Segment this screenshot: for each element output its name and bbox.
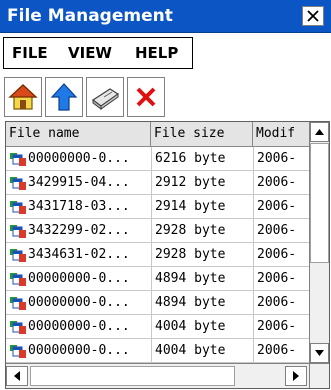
file-modified: 2006- [257, 223, 297, 238]
column-header-file-size[interactable]: File size [151, 122, 253, 146]
file-name: 00000000-0... [28, 343, 130, 358]
file-name: 00000000-0... [28, 151, 130, 166]
file-row[interactable]: 00000000-0... 6216 byte 2006- [6, 147, 309, 171]
file-icon [10, 343, 26, 362]
file-row[interactable]: 00000000-0... 4004 byte 2006- [6, 315, 309, 339]
menu-view[interactable]: VIEW [68, 38, 112, 68]
delete-x-icon [136, 87, 156, 107]
vertical-scroll-thumb[interactable] [310, 143, 329, 263]
scroll-right-button[interactable] [285, 366, 307, 386]
file-row[interactable]: 3431718-03... 2914 byte 2006- [6, 195, 309, 219]
scroll-left-button[interactable] [6, 366, 28, 386]
file-size: 4004 byte [155, 319, 226, 334]
file-size: 6216 byte [155, 151, 226, 166]
file-name: 00000000-0... [28, 295, 130, 310]
scroll-down-arrow-icon [315, 350, 324, 356]
file-row[interactable]: 3429915-04... 2912 byte 2006- [6, 171, 309, 195]
menu-help[interactable]: HELP [135, 38, 178, 68]
file-name-cell: 3429915-04... [10, 171, 144, 194]
scroll-up-arrow-icon [315, 129, 324, 135]
file-name: 00000000-0... [28, 319, 130, 334]
close-button[interactable] [302, 6, 324, 26]
home-button[interactable] [4, 77, 42, 117]
vertical-scrollbar[interactable] [309, 122, 329, 363]
scroll-right-arrow-icon [293, 371, 299, 381]
file-name-cell: 00000000-0... [10, 291, 144, 314]
scroll-up-button[interactable] [310, 122, 329, 142]
file-icon [10, 199, 26, 218]
home-icon [8, 84, 38, 110]
menu-frame: FILE VIEW HELP [3, 37, 193, 69]
scroll-left-arrow-icon [14, 371, 20, 381]
file-icon [10, 151, 26, 170]
toolbar [0, 73, 331, 123]
column-header-file-name[interactable]: File name [6, 122, 151, 146]
file-modified: 2006- [257, 151, 297, 166]
file-name-cell: 3434631-02... [10, 243, 144, 266]
window-title: File Management [7, 6, 173, 26]
horizontal-scrollbar[interactable] [6, 363, 309, 388]
close-icon [307, 10, 319, 22]
file-modified: 2006- [257, 271, 297, 286]
horizontal-scroll-thumb[interactable] [30, 366, 235, 386]
file-row[interactable]: 00000000-0... 4894 byte 2006- [6, 267, 309, 291]
file-row[interactable]: 3434631-02... 2928 byte 2006- [6, 243, 309, 267]
file-size: 4894 byte [155, 295, 226, 310]
file-row[interactable]: 00000000-0... 4004 byte 2006- [6, 339, 309, 363]
file-size: 4004 byte [155, 343, 226, 358]
menu-bar: FILE VIEW HELP [0, 33, 331, 73]
file-list: File name File size Modif 00000000-0... 6… [5, 121, 330, 389]
file-modified: 2006- [257, 247, 297, 262]
menu-file[interactable]: FILE [12, 38, 48, 68]
file-name-cell: 00000000-0... [10, 339, 144, 362]
file-list-header: File name File size Modif [6, 122, 309, 147]
up-arrow-icon [50, 83, 78, 111]
column-header-modified[interactable]: Modif [253, 122, 309, 146]
storage-card-icon [91, 88, 120, 110]
scrollbar-corner [309, 363, 329, 388]
file-size: 4894 byte [155, 271, 226, 286]
file-name-cell: 00000000-0... [10, 315, 144, 338]
file-icon [10, 319, 26, 338]
file-name: 3429915-04... [28, 175, 130, 190]
file-size: 2928 byte [155, 247, 226, 262]
up-folder-button[interactable] [45, 77, 83, 117]
file-size: 2914 byte [155, 199, 226, 214]
file-row[interactable]: 00000000-0... 4894 byte 2006- [6, 291, 309, 315]
file-size: 2912 byte [155, 175, 226, 190]
file-name-cell: 00000000-0... [10, 147, 144, 170]
file-modified: 2006- [257, 175, 297, 190]
file-name: 00000000-0... [28, 271, 130, 286]
delete-button[interactable] [127, 77, 165, 117]
file-modified: 2006- [257, 343, 297, 358]
file-name: 3434631-02... [28, 247, 130, 262]
file-modified: 2006- [257, 319, 297, 334]
file-management-window: File Management FILE VIEW HELP File name… [0, 0, 331, 390]
file-size: 2928 byte [155, 223, 226, 238]
file-list-rows: 00000000-0... 6216 byte 2006- 3429915-04...… [6, 147, 309, 363]
scroll-down-button[interactable] [310, 343, 329, 363]
file-name-cell: 3431718-03... [10, 195, 144, 218]
file-name: 3431718-03... [28, 199, 130, 214]
file-icon [10, 175, 26, 194]
file-modified: 2006- [257, 199, 297, 214]
file-modified: 2006- [257, 295, 297, 310]
file-name-cell: 3432299-02... [10, 219, 144, 242]
file-name-cell: 00000000-0... [10, 267, 144, 290]
file-icon [10, 247, 26, 266]
file-icon [10, 271, 26, 290]
file-name: 3432299-02... [28, 223, 130, 238]
file-row[interactable]: 3432299-02... 2928 byte 2006- [6, 219, 309, 243]
file-icon [10, 223, 26, 242]
title-bar: File Management [0, 0, 331, 33]
storage-card-button[interactable] [86, 77, 124, 117]
file-icon [10, 295, 26, 314]
